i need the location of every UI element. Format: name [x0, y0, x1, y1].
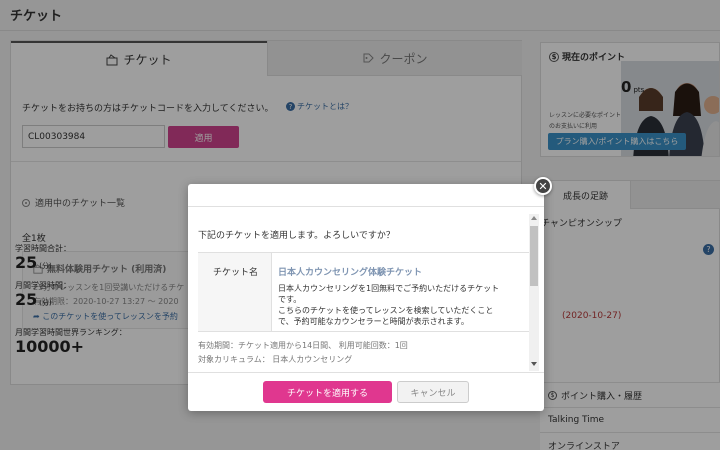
divider: [188, 372, 544, 373]
ticket-description: 日本人カウンセリングを1回無料でご予約いただけるチケット です。 こちらのチケッ…: [278, 283, 528, 327]
cancel-button[interactable]: キャンセル: [397, 381, 469, 403]
ticket-name-header-label: チケット名: [213, 268, 259, 278]
ticket-description-line: です。: [278, 295, 302, 304]
confirm-message: 下記のチケットを適用します。よろしいですか？: [198, 231, 395, 241]
apply-ticket-button[interactable]: チケットを適用する: [263, 381, 392, 403]
ticket-name-header: チケット名: [198, 253, 272, 331]
dialog-content: 下記のチケットを適用します。よろしいですか？ チケット名 日本人カウンセリング体…: [198, 209, 530, 364]
ticket-name: 日本人カウンセリング体験チケット: [278, 268, 423, 278]
scrollbar[interactable]: [529, 214, 539, 371]
ticket-description-line: で、予約可能なカウンセラーと時間が表示されます。: [278, 317, 469, 326]
close-icon[interactable]: ✕: [534, 177, 552, 195]
confirm-dialog: 下記のチケットを適用します。よろしいですか？ チケット名 日本人カウンセリング体…: [188, 184, 544, 411]
scroll-thumb[interactable]: [530, 226, 538, 286]
ticket-description-line: 日本人カウンセリングを1回無料でご予約いただけるチケット: [278, 284, 500, 293]
divider: [188, 206, 544, 207]
scroll-up-icon[interactable]: [531, 216, 537, 220]
scroll-down-icon[interactable]: [531, 362, 537, 366]
ticket-validity: 有効期間：チケット適用から14日間、 利用可能回数：1回: [198, 341, 408, 350]
ticket-detail-table: チケット名 日本人カウンセリング体験チケット 日本人カウンセリングを1回無料でご…: [198, 252, 530, 332]
ticket-description-line: こちらのチケットを使ってレッスンを検索していただくこと: [278, 306, 494, 315]
ticket-target-curriculum: 対象カリキュラム： 日本人カウンセリング: [198, 355, 353, 364]
